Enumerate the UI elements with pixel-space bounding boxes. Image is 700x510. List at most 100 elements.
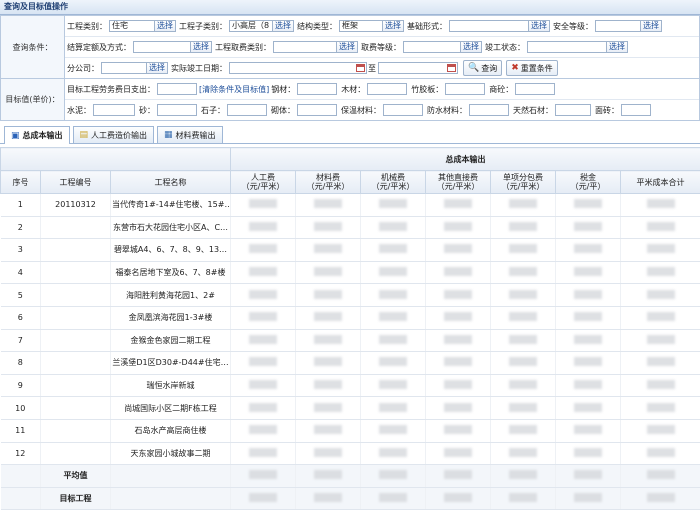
- gravel-label: 石子：: [201, 105, 225, 116]
- project-subtype-field[interactable]: 小高层（8: [229, 20, 273, 32]
- table-row[interactable]: 2东营市石大花园住宅小区A、C…: [1, 216, 700, 239]
- tile-input[interactable]: [621, 104, 651, 116]
- masked-value: [231, 352, 296, 375]
- masked-value: [426, 284, 491, 307]
- table-row[interactable]: 12天东家园小城故事二期: [1, 442, 700, 465]
- masked-value-placeholder: [574, 448, 602, 457]
- target-row-2: 水泥： 砂： 石子： 砌体： 保温材料： 防水材料： 天然石材： 面砖：: [65, 99, 699, 120]
- tab-total-cost[interactable]: ▣总成本输出: [4, 126, 70, 144]
- tab-labor-cost[interactable]: ▤人工费造价输出: [73, 126, 155, 143]
- masked-value-placeholder: [249, 470, 277, 479]
- table-row[interactable]: 10尚城国际小区二期F栋工程: [1, 397, 700, 420]
- masonry-input[interactable]: [297, 104, 337, 116]
- column-header[interactable]: 人工费 （元/平米）: [231, 171, 296, 194]
- masked-value: [361, 329, 426, 352]
- waterproof-input[interactable]: [469, 104, 509, 116]
- column-header[interactable]: 税金 （元/平）: [556, 171, 621, 194]
- fee-level-select-button[interactable]: 选择: [461, 41, 482, 53]
- masked-value-placeholder: [444, 403, 472, 412]
- masked-value: [491, 442, 556, 465]
- fee-category-select-button[interactable]: 选择: [337, 41, 358, 53]
- fee-category-field[interactable]: [273, 41, 337, 53]
- table-row[interactable]: 6金凤凰滨海花园1-3#楼: [1, 306, 700, 329]
- masked-value: [296, 352, 361, 375]
- masked-value: [491, 261, 556, 284]
- project-type-select-button[interactable]: 选择: [155, 20, 176, 32]
- masked-value: [296, 216, 361, 239]
- masked-value: [426, 397, 491, 420]
- date-to-label: 至: [368, 63, 376, 74]
- calendar-icon[interactable]: [356, 64, 365, 72]
- structure-type-field[interactable]: 框架: [339, 20, 383, 32]
- search-button[interactable]: 🔍查询: [463, 60, 502, 76]
- masked-value-placeholder: [249, 425, 277, 434]
- structure-type-select-button[interactable]: 选择: [383, 20, 404, 32]
- masked-value-placeholder: [444, 357, 472, 366]
- project-name: 尚城国际小区二期F栋工程: [111, 397, 231, 420]
- completion-status-field[interactable]: [527, 41, 607, 53]
- masked-value-placeholder: [647, 290, 675, 299]
- table-row[interactable]: 8兰溪堡D1区D30#-D44#住宅…: [1, 352, 700, 375]
- branch-select-button[interactable]: 选择: [147, 62, 168, 74]
- date-to-input[interactable]: [378, 62, 458, 74]
- table-row[interactable]: 5海阳胜利黄海花园1、2#: [1, 284, 700, 307]
- row-number: 2: [1, 216, 41, 239]
- column-header[interactable]: 工程名称: [111, 171, 231, 194]
- column-header[interactable]: 其他直接费 （元/平米）: [426, 171, 491, 194]
- calendar-icon[interactable]: [447, 64, 456, 72]
- branch-field[interactable]: [101, 62, 147, 74]
- cement-input[interactable]: [93, 104, 135, 116]
- timber-input[interactable]: [367, 83, 407, 95]
- project-code: [41, 261, 111, 284]
- masked-value: [621, 329, 700, 352]
- clear-conditions-link[interactable]: [清除条件及目标值]: [199, 84, 269, 95]
- natural-stone-label: 天然石材：: [513, 105, 553, 116]
- gravel-input[interactable]: [227, 104, 267, 116]
- masked-value-placeholder: [574, 222, 602, 231]
- masked-value-placeholder: [509, 222, 537, 231]
- grid-column-headers: 序号工程编号工程名称人工费 （元/平米）材料费 （元/平米）机械费 （元/平米）…: [1, 171, 700, 194]
- column-header[interactable]: 材料费 （元/平米）: [296, 171, 361, 194]
- bamboo-plywood-input[interactable]: [445, 83, 485, 95]
- masked-value: [296, 442, 361, 465]
- project-type-field[interactable]: 住宅: [109, 20, 155, 32]
- table-row[interactable]: 11石岛水产高层商住楼: [1, 419, 700, 442]
- foundation-type-select-button[interactable]: 选择: [529, 20, 550, 32]
- row-number: 1: [1, 194, 41, 217]
- table-row[interactable]: 3碧翠城A4、6、7、8、9、13…: [1, 239, 700, 262]
- settlement-quota-select-button[interactable]: 选择: [191, 41, 212, 53]
- masked-value-placeholder: [314, 470, 342, 479]
- column-header[interactable]: 工程编号: [41, 171, 111, 194]
- column-header[interactable]: 序号: [1, 171, 41, 194]
- column-header[interactable]: 平米成本合计: [621, 171, 700, 194]
- completion-status-select-button[interactable]: 选择: [607, 41, 628, 53]
- reset-button[interactable]: ✖重置条件: [506, 60, 558, 76]
- sand-input[interactable]: [157, 104, 197, 116]
- fee-level-field[interactable]: [403, 41, 461, 53]
- table-row[interactable]: 120110312当代传奇1#-14#住宅楼、15#…: [1, 194, 700, 217]
- masked-value: [556, 261, 621, 284]
- settlement-quota-field[interactable]: [133, 41, 191, 53]
- safety-level-select-button[interactable]: 选择: [641, 20, 662, 32]
- masked-value: [231, 329, 296, 352]
- natural-stone-input[interactable]: [555, 104, 591, 116]
- concrete-input[interactable]: [515, 83, 555, 95]
- results-grid: 总成本输出 序号工程编号工程名称人工费 （元/平米）材料费 （元/平米）机械费 …: [0, 147, 700, 510]
- labor-expense-input[interactable]: [157, 83, 197, 95]
- table-row[interactable]: 4福泰名居地下室及6、7、8#楼: [1, 261, 700, 284]
- column-header[interactable]: 机械费 （元/平米）: [361, 171, 426, 194]
- masked-value: [556, 329, 621, 352]
- column-header[interactable]: 单项分包费 （元/平米）: [491, 171, 556, 194]
- foundation-type-field[interactable]: [449, 20, 529, 32]
- masked-value: [231, 397, 296, 420]
- safety-level-field[interactable]: [595, 20, 641, 32]
- table-row[interactable]: 7金猴金色家园二期工程: [1, 329, 700, 352]
- table-row[interactable]: 9瑞恒水岸新城: [1, 374, 700, 397]
- masked-value: [621, 487, 700, 510]
- project-subtype-select-button[interactable]: 选择: [273, 20, 294, 32]
- masked-value-placeholder: [249, 222, 277, 231]
- date-from-input[interactable]: [229, 62, 367, 74]
- insulation-input[interactable]: [383, 104, 423, 116]
- steel-input[interactable]: [297, 83, 337, 95]
- tab-material-cost[interactable]: ▦材料费输出: [157, 126, 223, 143]
